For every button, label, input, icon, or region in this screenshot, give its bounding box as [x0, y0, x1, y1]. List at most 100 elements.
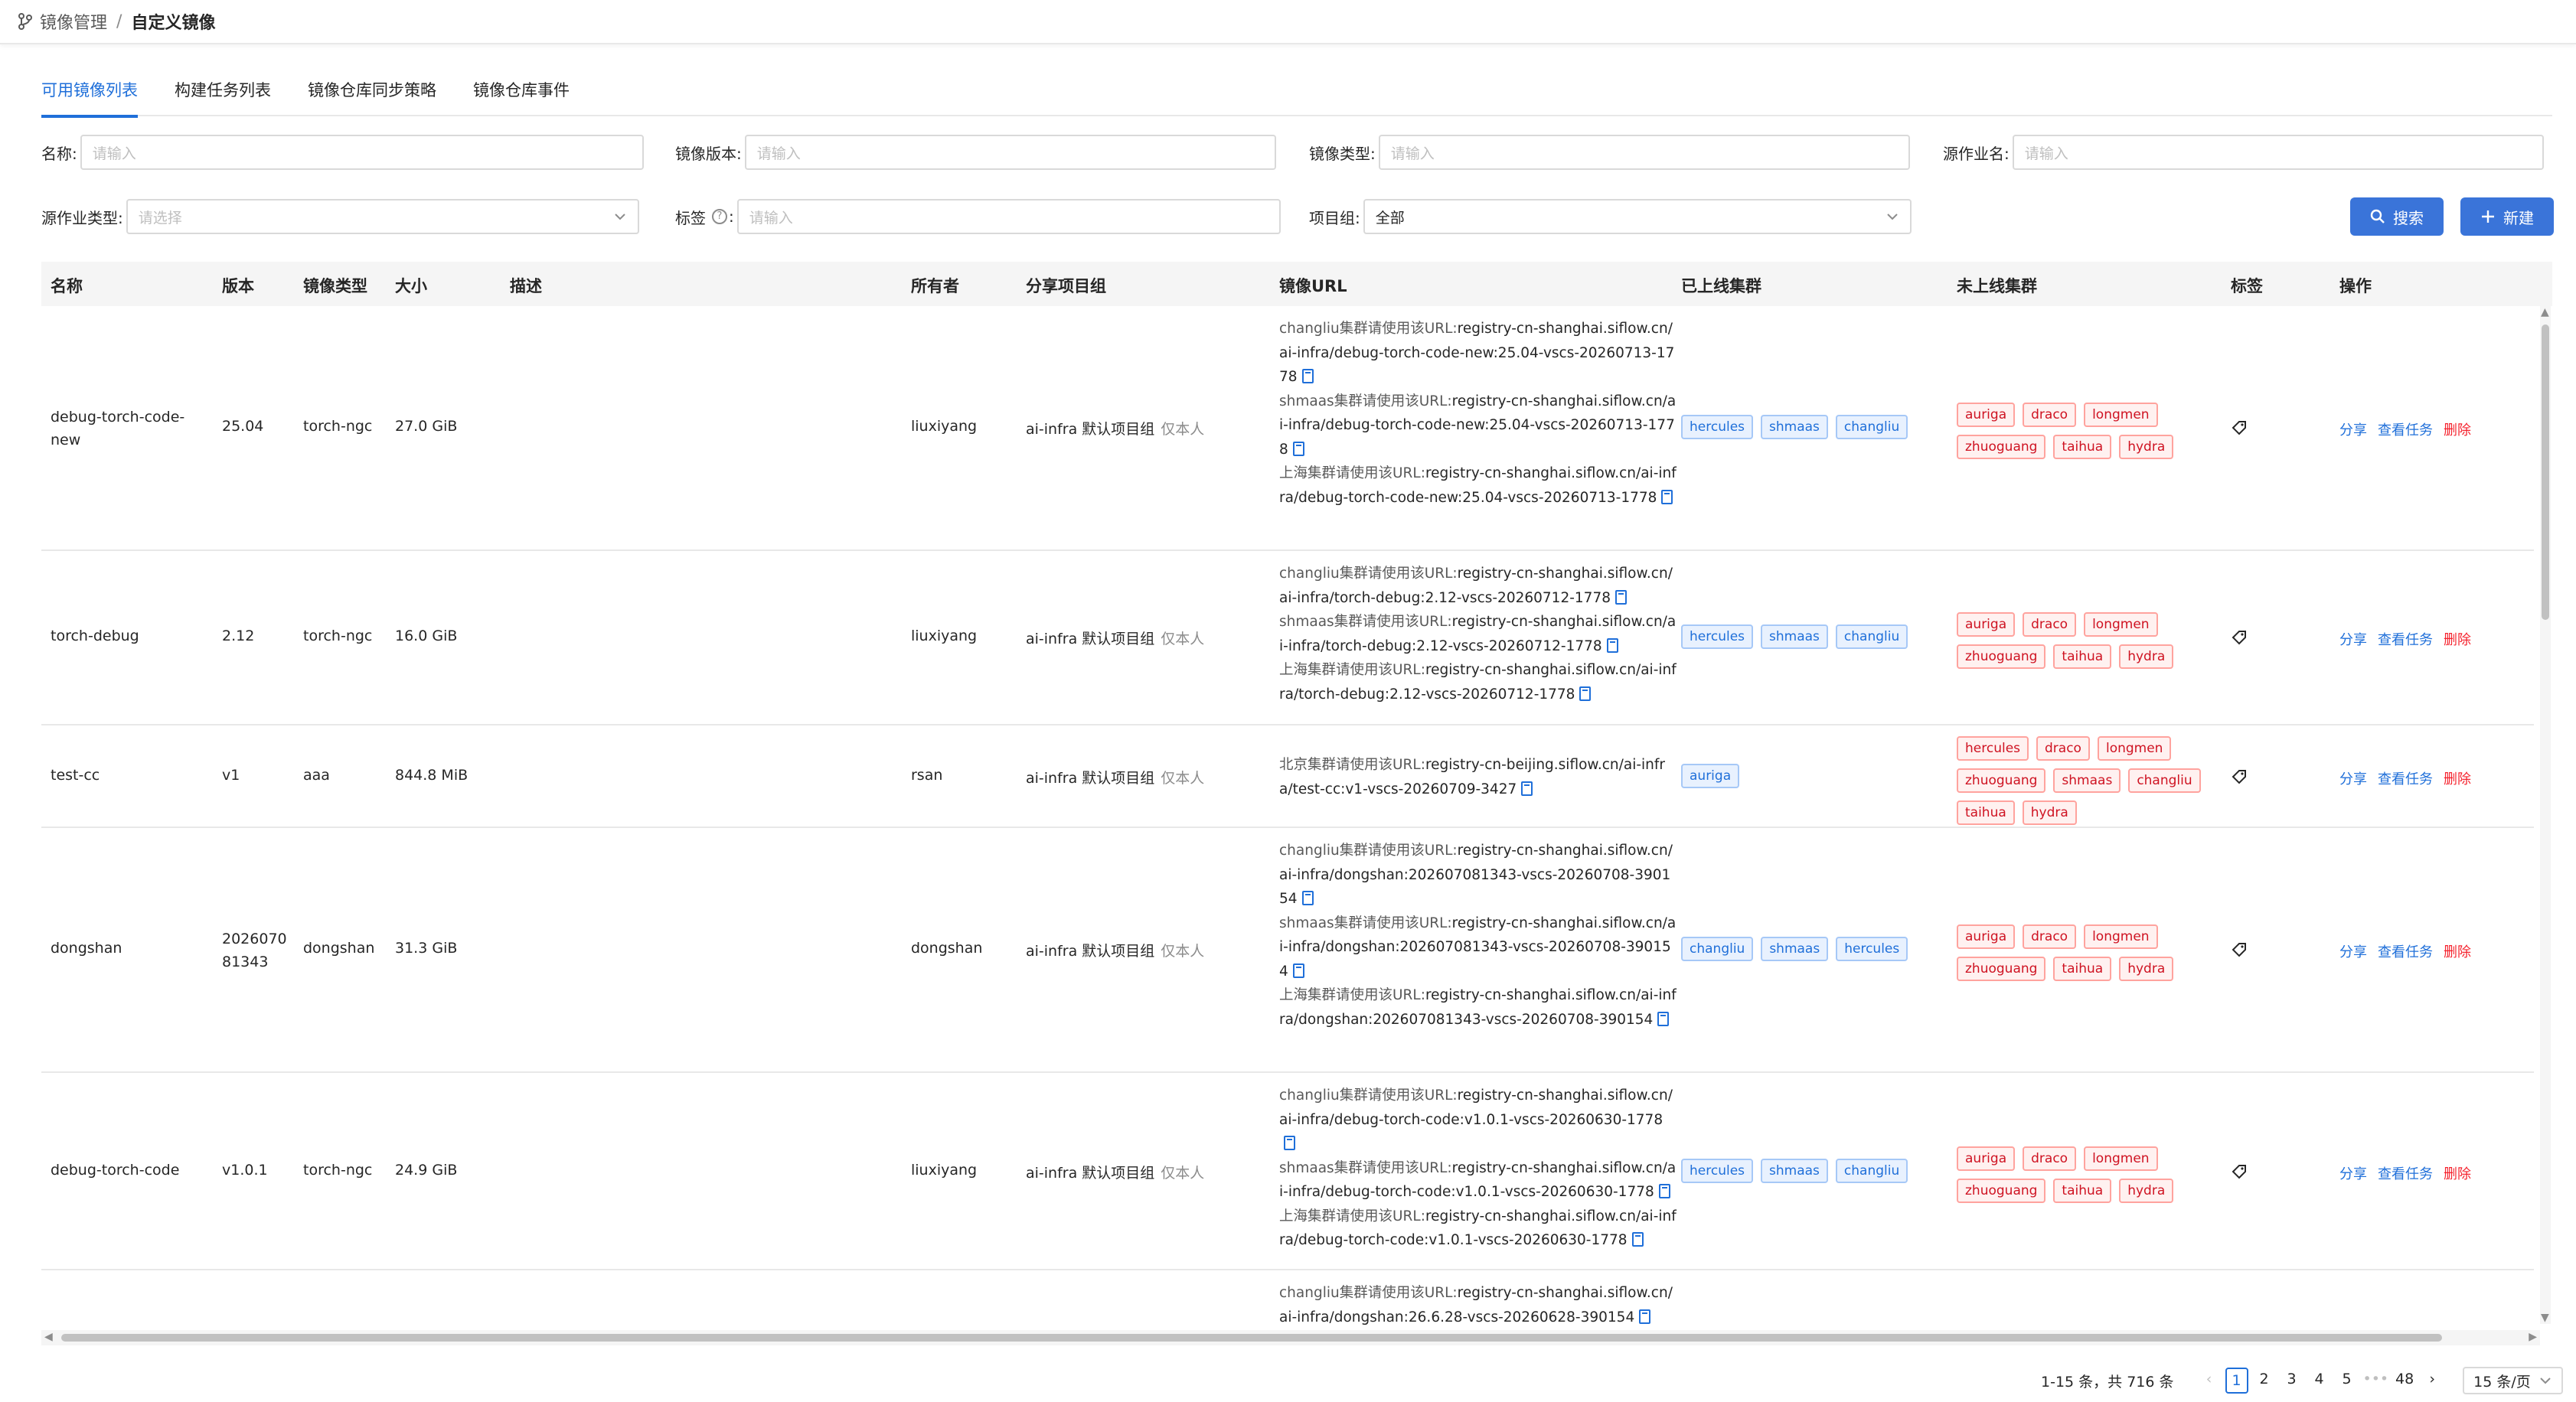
search-button[interactable]: 搜索 [2350, 197, 2444, 236]
cluster-tag: longmen [2084, 403, 2158, 427]
vertical-scroll-thumb[interactable] [2542, 324, 2549, 620]
copy-icon[interactable] [1521, 781, 1533, 796]
plus-icon [2482, 210, 2494, 223]
version-input[interactable]: 请输入 [744, 135, 1276, 170]
page-1[interactable]: 1 [2225, 1368, 2248, 1394]
image-urls: changliu集群请使用该URL:registry-cn-shanghai.s… [1279, 1084, 1677, 1253]
scroll-right-icon[interactable]: ▶ [2529, 1331, 2537, 1343]
tab-repo-events[interactable]: 镜像仓库事件 [473, 66, 570, 116]
share-button[interactable]: 分享 [2339, 944, 2367, 960]
cluster-tag: zhuoguang [1957, 644, 2046, 669]
copy-icon[interactable] [1614, 589, 1627, 605]
url-prefix: changliu集群请使用该URL: [1279, 843, 1458, 859]
col-version: 版本 [222, 277, 254, 295]
share-project-name: ai-infra 默认项目组 [1026, 943, 1155, 960]
copy-icon[interactable] [1631, 1232, 1644, 1247]
cluster-tag: shmaas [1761, 624, 1828, 649]
page-5[interactable]: 5 [2336, 1368, 2359, 1394]
url-entry: shmaas集群请使用该URL:registry-cn-shanghai.sif… [1279, 390, 1677, 462]
copy-icon[interactable] [1658, 1184, 1670, 1198]
tab-sync-policy[interactable]: 镜像仓库同步策略 [308, 66, 436, 116]
share-project: ai-infra 默认项目组 仅本人 [1026, 940, 1204, 960]
page-3[interactable]: 3 [2281, 1368, 2303, 1394]
delete-button[interactable]: 删除 [2444, 632, 2471, 648]
tab-build-tasks[interactable]: 构建任务列表 [175, 66, 271, 116]
copy-icon[interactable] [1292, 963, 1304, 978]
url-prefix: changliu集群请使用该URL: [1279, 566, 1458, 582]
image-name: debug-torch-code [51, 1162, 180, 1179]
horizontal-scroll-thumb[interactable] [61, 1334, 2442, 1342]
share-project: ai-infra 默认项目组 仅本人 [1026, 767, 1204, 787]
col-offline-clusters: 未上线集群 [1957, 277, 2037, 295]
offline-clusters: auriga draco longmen zhuoguang taihua hy… [1957, 1146, 2209, 1203]
job-name-input[interactable]: 请输入 [2012, 135, 2544, 170]
delete-button[interactable]: 删除 [2444, 1166, 2471, 1182]
copy-icon[interactable] [1661, 489, 1673, 504]
page-ellipsis[interactable]: ••• [2363, 1368, 2389, 1394]
cluster-tag: longmen [2097, 736, 2172, 761]
cluster-tag: longmen [2084, 612, 2158, 637]
page-4[interactable]: 4 [2308, 1368, 2331, 1394]
tag-icon[interactable] [2231, 419, 2248, 436]
tab-available-images[interactable]: 可用镜像列表 [41, 66, 138, 118]
job-type-select[interactable]: 请选择 [126, 199, 639, 234]
copy-icon[interactable] [1606, 637, 1618, 653]
view-tasks-button[interactable]: 查看任务 [2378, 771, 2433, 787]
share-project-name: ai-infra 默认项目组 [1026, 421, 1155, 438]
share-button[interactable]: 分享 [2339, 422, 2367, 439]
copy-icon[interactable] [1292, 441, 1304, 456]
copy-icon[interactable] [1284, 1136, 1295, 1150]
name-input[interactable]: 请输入 [80, 135, 644, 170]
copy-icon[interactable] [1301, 369, 1314, 383]
page-size-select[interactable]: 15 条/页 [2463, 1367, 2563, 1394]
breadcrumb-parent[interactable]: 镜像管理 [40, 9, 107, 34]
image-name: torch-debug [51, 628, 139, 644]
url-entry: changliu集群请使用该URL:registry-cn-shanghai.s… [1279, 562, 1677, 610]
next-page-icon[interactable]: › [2421, 1368, 2444, 1394]
tab-bar: 可用镜像列表 构建任务列表 镜像仓库同步策略 镜像仓库事件 [41, 66, 2552, 118]
tag-icon[interactable] [2231, 629, 2248, 646]
cluster-tag: auriga [1957, 612, 2016, 637]
col-actions: 操作 [2339, 277, 2372, 295]
share-button[interactable]: 分享 [2339, 771, 2367, 787]
copy-icon[interactable] [1657, 1011, 1670, 1026]
share-note: 仅本人 [1161, 631, 1205, 647]
delete-button[interactable]: 删除 [2444, 771, 2471, 787]
tag-icon[interactable] [2231, 768, 2248, 785]
url-prefix: changliu集群请使用该URL: [1279, 321, 1458, 337]
scroll-down-icon[interactable]: ▼ [2541, 1312, 2549, 1324]
scroll-up-icon[interactable]: ▲ [2541, 306, 2549, 318]
delete-button[interactable]: 删除 [2444, 422, 2471, 439]
cluster-tag: hercules [1836, 937, 1908, 961]
image-type: torch-ngc [303, 628, 373, 644]
page-last[interactable]: 48 [2393, 1368, 2416, 1394]
view-tasks-button[interactable]: 查看任务 [2378, 944, 2433, 960]
cluster-tag: hydra [2022, 800, 2077, 825]
copy-icon[interactable] [1301, 891, 1314, 905]
prev-page-icon[interactable]: ‹ [2198, 1368, 2221, 1394]
type-input[interactable]: 请输入 [1378, 135, 1910, 170]
scroll-left-icon[interactable]: ◀ [44, 1331, 53, 1343]
delete-button[interactable]: 删除 [2444, 944, 2471, 960]
view-tasks-button[interactable]: 查看任务 [2378, 632, 2433, 648]
tags-input[interactable]: 请输入 [736, 199, 1281, 234]
share-button[interactable]: 分享 [2339, 632, 2367, 648]
image-type: torch-ngc [303, 418, 373, 435]
share-button[interactable]: 分享 [2339, 1166, 2367, 1182]
tag-icon[interactable] [2231, 941, 2248, 958]
horizontal-scrollbar[interactable]: ◀ ▶ [41, 1330, 2540, 1345]
view-tasks-button[interactable]: 查看任务 [2378, 422, 2433, 439]
page-2[interactable]: 2 [2253, 1368, 2276, 1394]
copy-icon[interactable] [1639, 1309, 1651, 1324]
copy-icon[interactable] [1579, 686, 1592, 701]
cluster-tag: changliu [2128, 768, 2201, 793]
image-name: debug-torch-code-new [51, 409, 185, 448]
cluster-tag: longmen [2084, 924, 2158, 949]
view-tasks-button[interactable]: 查看任务 [2378, 1166, 2433, 1182]
help-icon[interactable]: ? [712, 209, 727, 224]
project-select[interactable]: 全部 [1363, 199, 1912, 234]
create-button[interactable]: 新建 [2460, 197, 2554, 236]
col-type: 镜像类型 [303, 277, 367, 295]
tag-icon[interactable] [2231, 1163, 2248, 1180]
vertical-scrollbar[interactable]: ▲ ▼ [2540, 306, 2551, 1324]
